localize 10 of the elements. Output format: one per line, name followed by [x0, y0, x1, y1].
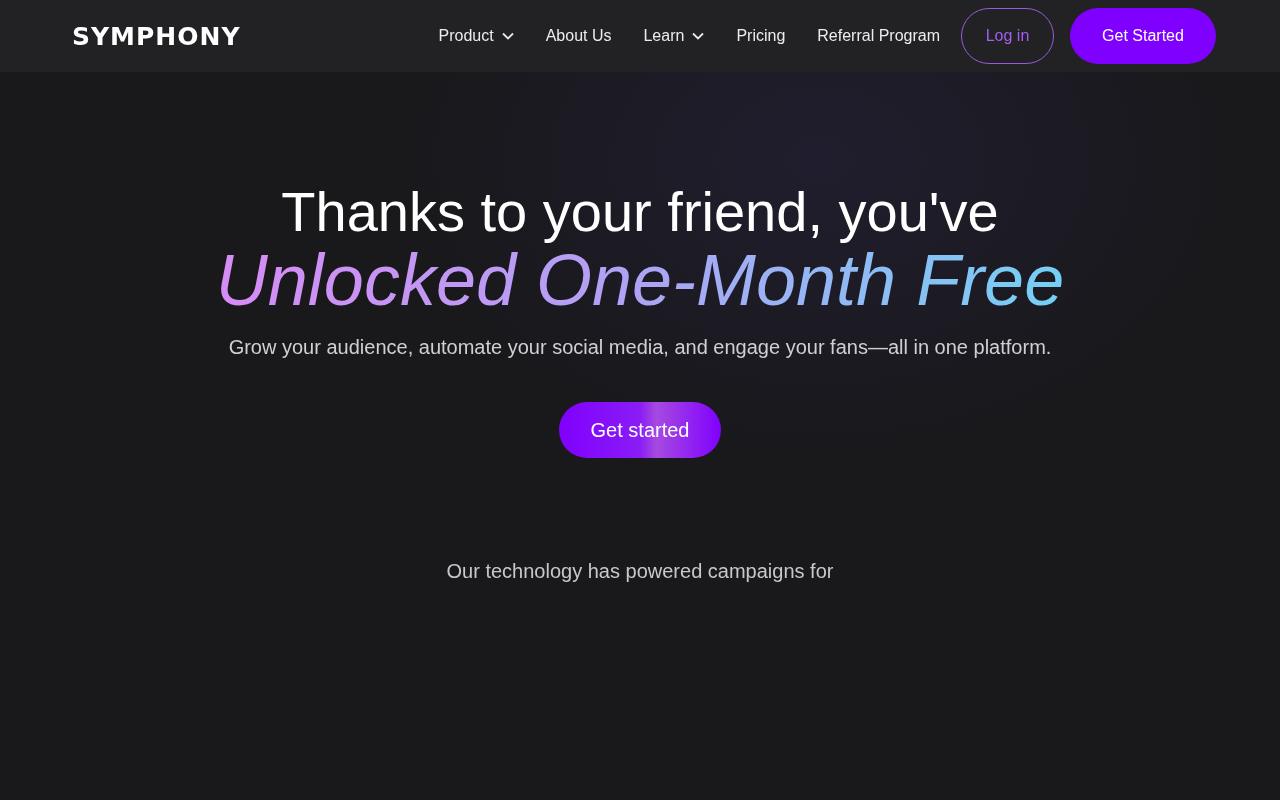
social-proof-caption: Our technology has powered campaigns for: [446, 560, 834, 583]
nav-link[interactable]: Referral Program: [817, 27, 940, 45]
nav-link[interactable]: About Us: [545, 27, 612, 45]
nav-link[interactable]: Pricing: [736, 27, 786, 45]
get-started-button[interactable]: Get Started: [1070, 8, 1216, 64]
nav-link[interactable]: Learn: [643, 27, 705, 45]
get-started-button[interactable]: Get started: [559, 402, 721, 458]
nav-link[interactable]: Product: [438, 27, 514, 45]
logo[interactable]: SYMPHONY: [72, 21, 241, 51]
hero-subtitle: Grow your audience, automate your social media, and engage your fans—all in one platform.: [228, 336, 1052, 359]
